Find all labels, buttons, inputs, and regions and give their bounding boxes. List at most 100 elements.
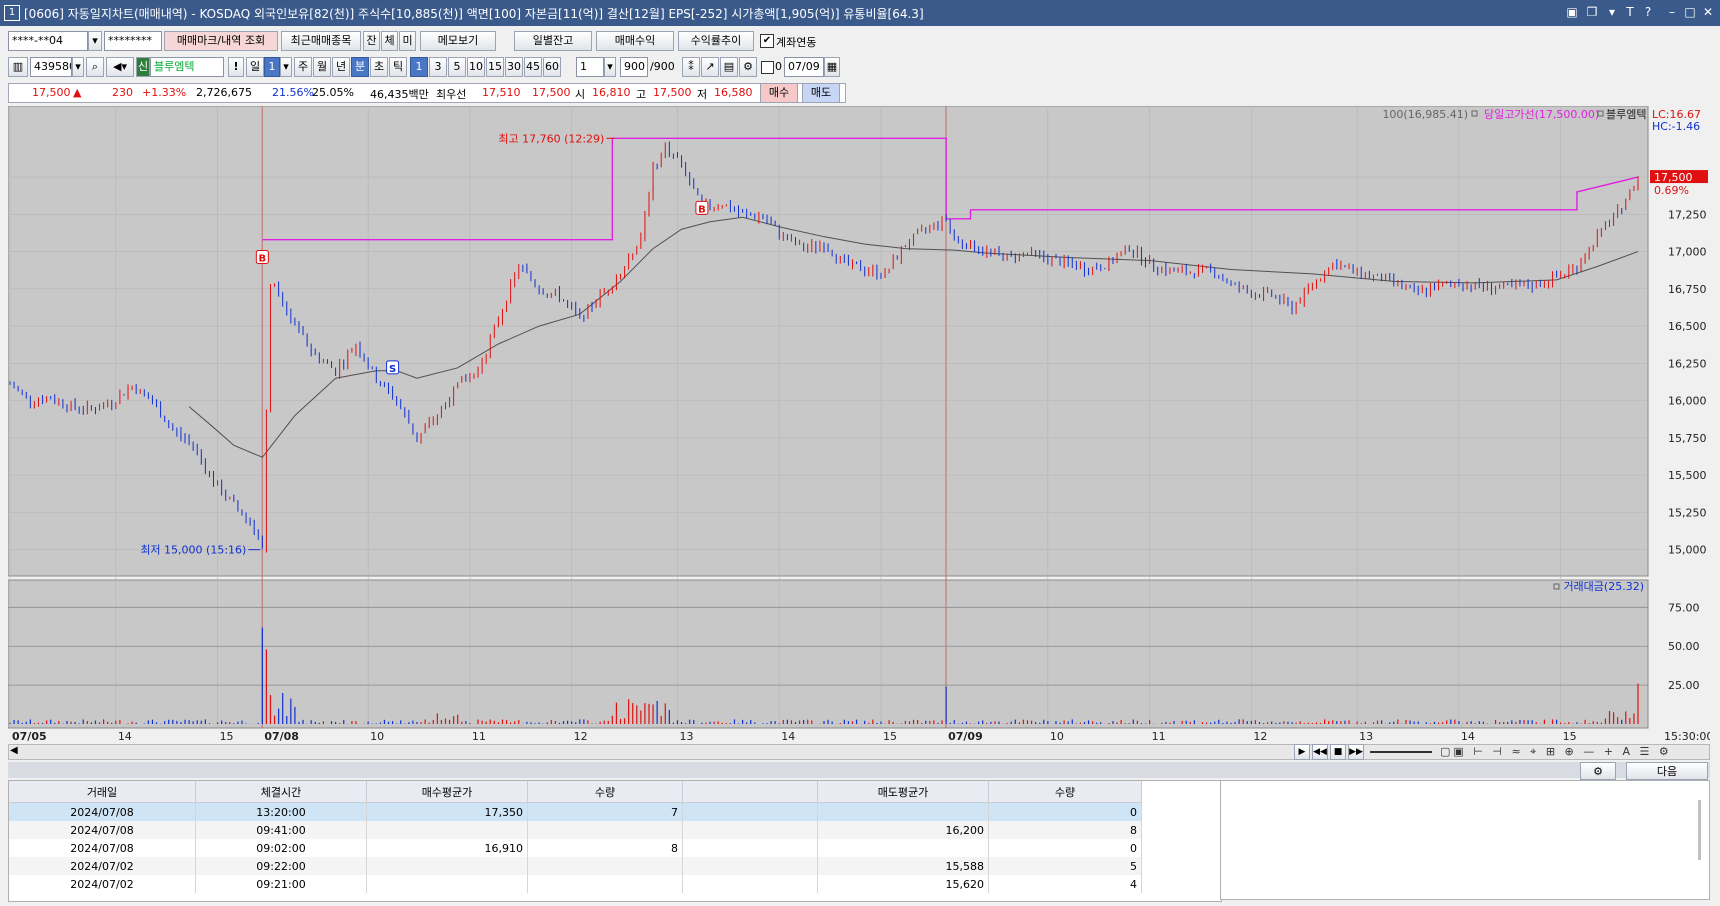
alert-icon[interactable]: !: [228, 57, 244, 77]
table-cell: 8: [988, 821, 1142, 839]
memo-button[interactable]: 메모보기: [420, 31, 496, 51]
column-header[interactable]: [682, 781, 818, 803]
play-icon[interactable]: ▶: [1294, 744, 1310, 760]
time-tick-label: 07/05: [12, 730, 47, 742]
column-header[interactable]: 수량: [988, 781, 1142, 803]
column-header[interactable]: 거래일: [9, 781, 196, 803]
table-cell: [366, 857, 528, 875]
stock-code-input[interactable]: 439580: [30, 57, 72, 77]
return-trend-button[interactable]: 수익률추이: [678, 31, 754, 51]
minute-3[interactable]: 3: [429, 57, 447, 77]
prev-icon[interactable]: ◀◀: [1312, 744, 1328, 760]
table-row[interactable]: 2024/07/08 13:20:00 17,350 7 0: [9, 802, 1142, 821]
minute-15[interactable]: 15: [486, 57, 504, 77]
column-header[interactable]: 매도평균가: [817, 781, 989, 803]
balance-button[interactable]: 잔: [363, 31, 380, 51]
column-header[interactable]: 수량: [527, 781, 683, 803]
trade-mark-letter: B: [259, 254, 267, 265]
period-month[interactable]: 월: [313, 57, 331, 77]
minute-5[interactable]: 5: [448, 57, 466, 77]
high-price: 17,500: [653, 86, 692, 99]
sell-mark: S: [386, 360, 400, 375]
stop-icon[interactable]: ■: [1330, 744, 1346, 760]
indicator-icon[interactable]: ⁑: [682, 57, 700, 77]
password-field[interactable]: ********: [104, 31, 162, 51]
minute-1[interactable]: 1: [410, 57, 428, 77]
minute-10[interactable]: 10: [467, 57, 485, 77]
minute-30[interactable]: 30: [505, 57, 523, 77]
account-dropdown-icon[interactable]: ▾: [88, 31, 102, 51]
column-header[interactable]: 매수평균가: [366, 781, 528, 803]
table-cell: 15,620: [817, 875, 989, 893]
table-scrollbar[interactable]: [1698, 800, 1701, 860]
next-page-button[interactable]: 다음: [1626, 762, 1708, 780]
trade-amount: 46,435백만: [370, 88, 429, 101]
volume-tick-label: 75.00: [1668, 601, 1700, 614]
filled-button[interactable]: 체: [381, 31, 398, 51]
period-dropdown-icon[interactable]: ▾: [280, 57, 292, 77]
calendar-icon[interactable]: ▦: [824, 57, 840, 77]
code-dropdown-icon[interactable]: ▾: [72, 57, 84, 77]
account-field[interactable]: ****-**04: [8, 31, 88, 51]
count-input[interactable]: 900: [620, 57, 648, 77]
column-header[interactable]: 체결시간: [195, 781, 367, 803]
maximize-icon[interactable]: □: [1682, 4, 1698, 20]
low-label: 저: [697, 88, 708, 101]
minimize-icon[interactable]: –: [1664, 4, 1680, 20]
sell-button[interactable]: 매도: [802, 83, 840, 103]
draw-icon[interactable]: ↗: [701, 57, 719, 77]
buy-button[interactable]: 매수: [760, 83, 798, 103]
price-tick-label: 15,500: [1668, 469, 1707, 482]
step-input[interactable]: 1: [576, 57, 604, 77]
date-checkbox[interactable]: [761, 61, 774, 74]
table-cell: 8: [527, 839, 683, 857]
layout-toggle-icon[interactable]: ▥: [8, 57, 28, 77]
period-day[interactable]: 일: [246, 57, 264, 77]
sound-icon[interactable]: ◀▾: [106, 57, 134, 77]
minute-45[interactable]: 45: [524, 57, 542, 77]
price-tick-label: 15,250: [1668, 506, 1707, 519]
period-minute[interactable]: 분: [351, 57, 369, 77]
daily-balance-button[interactable]: 일별잔고: [514, 31, 592, 51]
next-icon[interactable]: ▶▶: [1348, 744, 1364, 760]
date-input[interactable]: 07/09: [784, 57, 824, 77]
step-dropdown-icon[interactable]: ▾: [604, 57, 616, 77]
name-legend: 블루엠텍: [1606, 108, 1646, 121]
period-second[interactable]: 초: [370, 57, 388, 77]
stock-name-field[interactable]: 블루엠텍: [150, 57, 224, 77]
period-week[interactable]: 주: [294, 57, 312, 77]
draw-tools-icons[interactable]: ▢▣ ⊢ ⊣ ≈ ⌖ ⊞ ⊕ — + A ☰ ⚙: [1440, 745, 1672, 759]
table-row[interactable]: 2024/07/02 09:22:00 15,588 5: [9, 857, 1142, 875]
zoom-slider[interactable]: [1370, 751, 1432, 753]
pin-icon[interactable]: ▾: [1604, 4, 1620, 20]
gear-icon[interactable]: ⚙: [1580, 762, 1616, 780]
period-tick[interactable]: 틱: [389, 57, 407, 77]
trade-marks-button[interactable]: 매매마크/내역 조회: [164, 31, 278, 51]
recent-trades-button[interactable]: 최근매매종목: [281, 31, 361, 51]
table-row[interactable]: 2024/07/08 09:02:00 16,910 8 0: [9, 839, 1142, 857]
price-chart[interactable]: 15,000 15,250 15,500 15,750 16,000 16,250 16,5…: [8, 106, 1710, 742]
table-row[interactable]: 2024/07/02 09:21:00 15,620 4: [9, 875, 1142, 893]
high-label: 고: [636, 88, 647, 101]
table-cell: 5: [988, 857, 1142, 875]
trade-profit-button[interactable]: 매매수익: [596, 31, 674, 51]
period-year[interactable]: 년: [332, 57, 350, 77]
table-cell: [817, 802, 989, 821]
close-icon[interactable]: ✕: [1700, 4, 1716, 20]
font-icon[interactable]: T: [1622, 4, 1638, 20]
scroll-left-icon[interactable]: ◀: [10, 745, 18, 756]
link-checkbox[interactable]: ✔: [760, 34, 774, 48]
layout-icon[interactable]: ▣: [1564, 4, 1580, 20]
settings-icon[interactable]: ⚙: [739, 57, 757, 77]
window-title: [0606] 자동일지차트(매매내역) - KOSDAQ 외국인보유[82(천)…: [24, 7, 924, 21]
window-icon[interactable]: ❐: [1584, 4, 1600, 20]
save-icon[interactable]: ▤: [720, 57, 738, 77]
help-icon[interactable]: ?: [1640, 4, 1656, 20]
period-day-count[interactable]: 1: [264, 57, 280, 77]
table-cell: [366, 821, 528, 839]
search-icon[interactable]: ⌕: [86, 57, 104, 77]
minute-60[interactable]: 60: [543, 57, 561, 77]
trade-mark-letter: S: [389, 364, 396, 375]
unfilled-button[interactable]: 미: [399, 31, 416, 51]
table-row[interactable]: 2024/07/08 09:41:00 16,200 8: [9, 821, 1142, 839]
